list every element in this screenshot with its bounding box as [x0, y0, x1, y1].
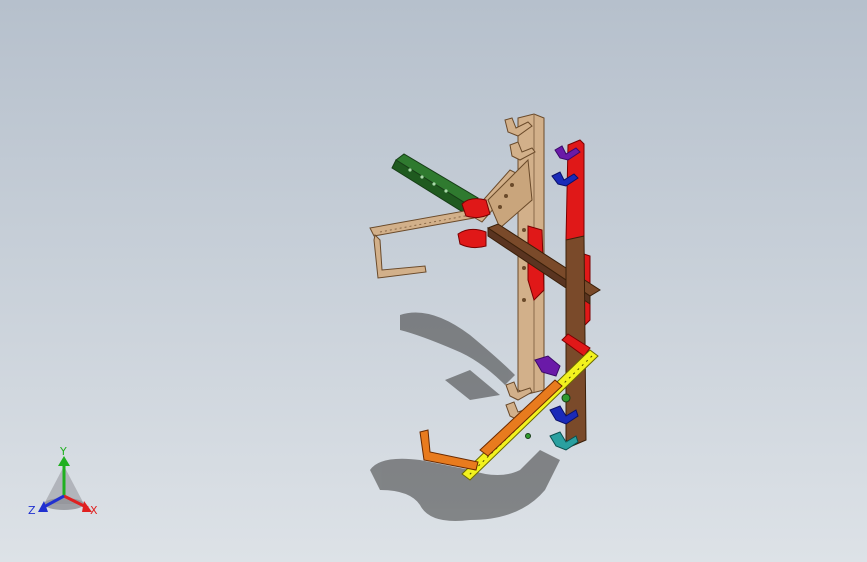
- triad-y-label: Y: [59, 446, 67, 458]
- graphics-viewport[interactable]: Y X Z: [0, 0, 867, 562]
- coordinate-triad: Y X Z: [28, 446, 98, 517]
- tan-handle[interactable]: [369, 209, 475, 279]
- 3d-model-view[interactable]: [0, 0, 867, 562]
- triad-x-label: X: [90, 504, 98, 517]
- triad-z-label: Z: [28, 504, 36, 517]
